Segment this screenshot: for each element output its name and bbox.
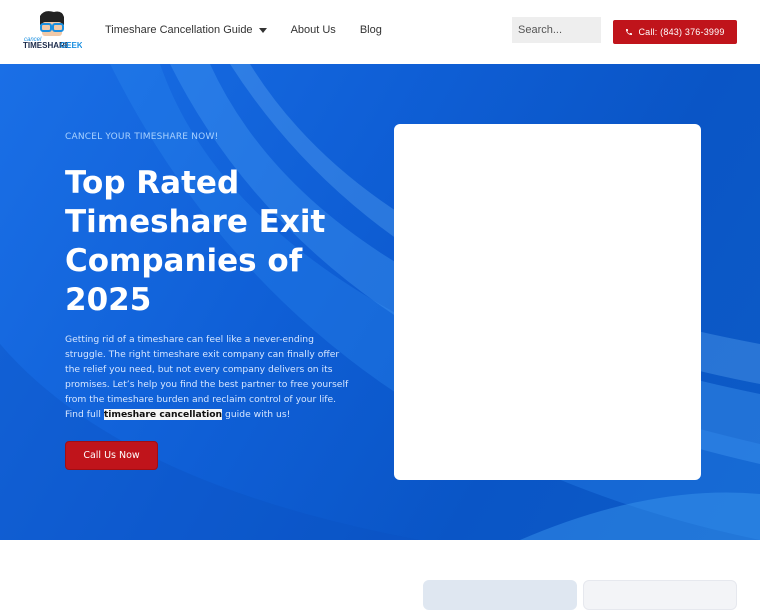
- hero-description-tail: guide with us!: [222, 409, 291, 420]
- chevron-down-icon: [258, 27, 267, 33]
- nav-label-blog: Blog: [359, 24, 382, 36]
- hero-media-card[interactable]: [394, 124, 701, 480]
- nav-item-blog[interactable]: Blog: [360, 24, 382, 36]
- content-card: [423, 580, 577, 610]
- content-card: [583, 580, 737, 610]
- nav-item-cancellation-guide[interactable]: Timeshare Cancellation Guide: [105, 24, 267, 36]
- cancellation-guide-link[interactable]: timeshare cancellation: [103, 409, 223, 420]
- search-input[interactable]: [512, 17, 601, 43]
- hero-section: CANCEL YOUR TIMESHARE NOW! Top Rated Tim…: [0, 64, 760, 540]
- hero-description: Getting rid of a timeshare can feel like…: [65, 332, 357, 422]
- site-logo[interactable]: cancel TIMESHARE GEEK: [22, 10, 82, 56]
- call-us-now-button[interactable]: Call Us Now: [65, 441, 158, 470]
- call-phone-button[interactable]: Call: (843) 376-3999: [613, 20, 737, 44]
- logo-text-geek: GEEK: [60, 41, 82, 50]
- hero-title-line: Top Rated: [65, 165, 240, 201]
- hero-title: Top Rated Timeshare Exit Companies of 20…: [65, 164, 355, 320]
- hero-description-text: Getting rid of a timeshare can feel like…: [65, 334, 349, 420]
- hero-title-line: Timeshare Exit: [65, 204, 326, 240]
- call-phone-label: Call: (843) 376-3999: [638, 27, 725, 37]
- content-section: [0, 540, 760, 610]
- hero-title-line: Companies of: [65, 243, 303, 279]
- nav-label-cancellation-guide: Timeshare Cancellation Guide: [105, 24, 253, 36]
- hero-eyebrow: CANCEL YOUR TIMESHARE NOW!: [65, 132, 219, 142]
- nav-label-about-us: About Us: [290, 24, 336, 36]
- hero-title-line: 2025: [65, 282, 152, 318]
- main-nav: Timeshare Cancellation Guide About Us Bl…: [105, 24, 406, 36]
- site-header: cancel TIMESHARE GEEK Timeshare Cancella…: [0, 0, 760, 64]
- nav-item-about-us[interactable]: About Us: [291, 24, 336, 36]
- phone-icon: [626, 29, 633, 35]
